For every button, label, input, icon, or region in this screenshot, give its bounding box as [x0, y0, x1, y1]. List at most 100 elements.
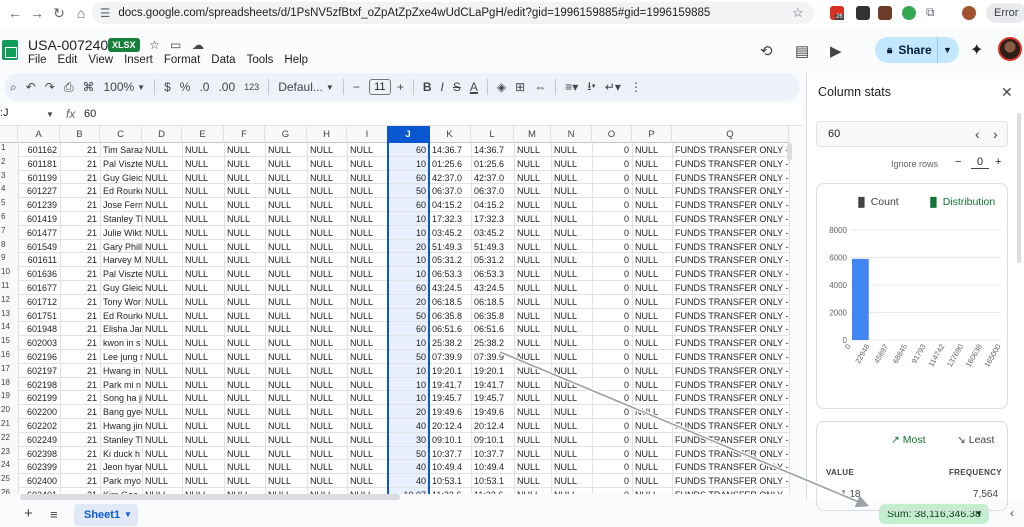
table-cell[interactable]: Ed Rourke: [100, 184, 142, 198]
table-cell[interactable]: Hwang jin: [100, 419, 142, 433]
table-cell[interactable]: Tony Wor: [100, 295, 142, 309]
table-cell[interactable]: NULL: [265, 378, 307, 392]
table-cell[interactable]: 21: [60, 336, 100, 350]
profile-icon[interactable]: [962, 6, 976, 20]
table-cell[interactable]: NULL: [551, 336, 592, 350]
table-cell[interactable]: NULL: [265, 212, 307, 226]
table-cell[interactable]: 0: [592, 171, 632, 185]
table-cell[interactable]: FUNDS TRANSFER ONLY - DO: [672, 488, 789, 494]
table-cell[interactable]: NULL: [265, 460, 307, 474]
table-cell[interactable]: NULL: [182, 157, 224, 171]
star-icon[interactable]: ☆: [149, 38, 160, 52]
table-cell[interactable]: NULL: [182, 405, 224, 419]
table-cell[interactable]: 19:49.6: [429, 405, 471, 419]
table-cell[interactable]: NULL: [632, 447, 672, 461]
table-cell[interactable]: NULL: [265, 350, 307, 364]
table-cell[interactable]: Guy Gleic: [100, 171, 142, 185]
table-cell[interactable]: NULL: [265, 364, 307, 378]
table-cell[interactable]: 43:24.5: [471, 281, 514, 295]
table-cell[interactable]: NULL: [551, 350, 592, 364]
table-cell[interactable]: 06:18.5: [429, 295, 471, 309]
table-cell[interactable]: NULL: [307, 364, 347, 378]
table-cell[interactable]: NULL: [307, 460, 347, 474]
table-cell[interactable]: 21: [60, 295, 100, 309]
table-cell[interactable]: NULL: [142, 143, 182, 157]
table-cell[interactable]: 19:20.1: [429, 364, 471, 378]
menu-format[interactable]: Format: [164, 54, 200, 66]
table-cell[interactable]: NULL: [632, 405, 672, 419]
site-settings-icon[interactable]: ☰: [100, 6, 110, 20]
collapse-panel-chevron-icon[interactable]: ‹: [1010, 506, 1014, 520]
table-cell[interactable]: NULL: [182, 198, 224, 212]
table-cell[interactable]: NULL: [182, 419, 224, 433]
table-cell[interactable]: NULL: [307, 295, 347, 309]
table-cell[interactable]: FUNDS TRANSFER ONLY - DO: [672, 212, 789, 226]
table-cell[interactable]: 06:35.8: [429, 309, 471, 323]
table-cell[interactable]: NULL: [142, 212, 182, 226]
table-cell[interactable]: 06:51.6: [429, 322, 471, 336]
table-cell[interactable]: FUNDS TRANSFER ONLY - DO: [672, 171, 789, 185]
row-header[interactable]: 21: [0, 419, 18, 433]
table-cell[interactable]: 0: [592, 267, 632, 281]
table-cell[interactable]: NULL: [514, 405, 551, 419]
table-cell[interactable]: Pal Viszte: [100, 267, 142, 281]
table-cell[interactable]: 10:49.4: [471, 460, 514, 474]
row-header[interactable]: 11: [0, 281, 18, 295]
table-cell[interactable]: Hwang in: [100, 364, 142, 378]
horizontal-align-icon[interactable]: ≡▾: [565, 80, 578, 94]
table-cell[interactable]: NULL: [182, 171, 224, 185]
table-cell[interactable]: 601712: [18, 295, 60, 309]
table-cell[interactable]: NULL: [514, 322, 551, 336]
table-cell[interactable]: NULL: [142, 447, 182, 461]
table-cell[interactable]: NULL: [632, 226, 672, 240]
table-cell[interactable]: 42:37.0: [471, 171, 514, 185]
table-cell[interactable]: FUNDS TRANSFER ONLY - DO: [672, 198, 789, 212]
vertical-align-icon[interactable]: ⭳▾: [587, 77, 596, 98]
back-icon[interactable]: ←: [4, 2, 26, 24]
table-cell[interactable]: FUNDS TRANSFER ONLY - DO: [672, 184, 789, 198]
table-cell[interactable]: 21: [60, 240, 100, 254]
table-cell[interactable]: 21: [60, 447, 100, 461]
table-cell[interactable]: NULL: [265, 198, 307, 212]
table-cell[interactable]: 0: [592, 419, 632, 433]
print-icon[interactable]: ⎙: [64, 80, 74, 95]
table-cell[interactable]: NULL: [551, 378, 592, 392]
row-header[interactable]: 4: [0, 184, 18, 199]
table-cell[interactable]: 07:39.9: [429, 350, 471, 364]
table-cell[interactable]: NULL: [142, 281, 182, 295]
table-cell[interactable]: 601239: [18, 198, 60, 212]
table-cell[interactable]: FUNDS TRANSFER ONLY - DO: [672, 433, 789, 447]
table-cell[interactable]: NULL: [307, 336, 347, 350]
font-select[interactable]: Defaul...: [278, 80, 323, 94]
share-button[interactable]: 🔒︎ Share ▼: [875, 37, 959, 63]
table-cell[interactable]: 19:20.1: [471, 364, 514, 378]
column-header-c[interactable]: C: [100, 126, 142, 143]
table-cell[interactable]: NULL: [632, 474, 672, 488]
decrease-icon[interactable]: −: [955, 156, 961, 168]
column-header-i[interactable]: I: [347, 126, 388, 143]
table-cell[interactable]: 03:45.2: [429, 226, 471, 240]
ignore-rows-input[interactable]: 0: [971, 156, 989, 169]
table-cell[interactable]: 11:33.6: [429, 488, 471, 494]
table-cell[interactable]: NULL: [224, 267, 265, 281]
table-cell[interactable]: NULL: [224, 378, 265, 392]
column-header-m[interactable]: M: [514, 126, 551, 143]
table-cell[interactable]: NULL: [514, 295, 551, 309]
table-cell[interactable]: NULL: [182, 447, 224, 461]
table-cell[interactable]: 21: [60, 419, 100, 433]
table-cell[interactable]: NULL: [182, 295, 224, 309]
table-cell[interactable]: NULL: [224, 447, 265, 461]
borders-icon[interactable]: ⊞: [515, 80, 525, 94]
table-cell[interactable]: NULL: [632, 350, 672, 364]
table-cell[interactable]: 17:32.3: [429, 212, 471, 226]
extension-icon-4[interactable]: [902, 6, 916, 20]
table-cell[interactable]: NULL: [307, 212, 347, 226]
row-header[interactable]: 20: [0, 405, 18, 419]
table-cell[interactable]: 21: [60, 143, 100, 157]
table-cell[interactable]: 601199: [18, 171, 60, 185]
table-cell[interactable]: NULL: [514, 391, 551, 405]
table-cell[interactable]: 06:37.0: [429, 184, 471, 198]
fill-color-icon[interactable]: ◈: [497, 80, 506, 94]
table-cell[interactable]: 01:25.6: [429, 157, 471, 171]
table-cell[interactable]: NULL: [632, 433, 672, 447]
